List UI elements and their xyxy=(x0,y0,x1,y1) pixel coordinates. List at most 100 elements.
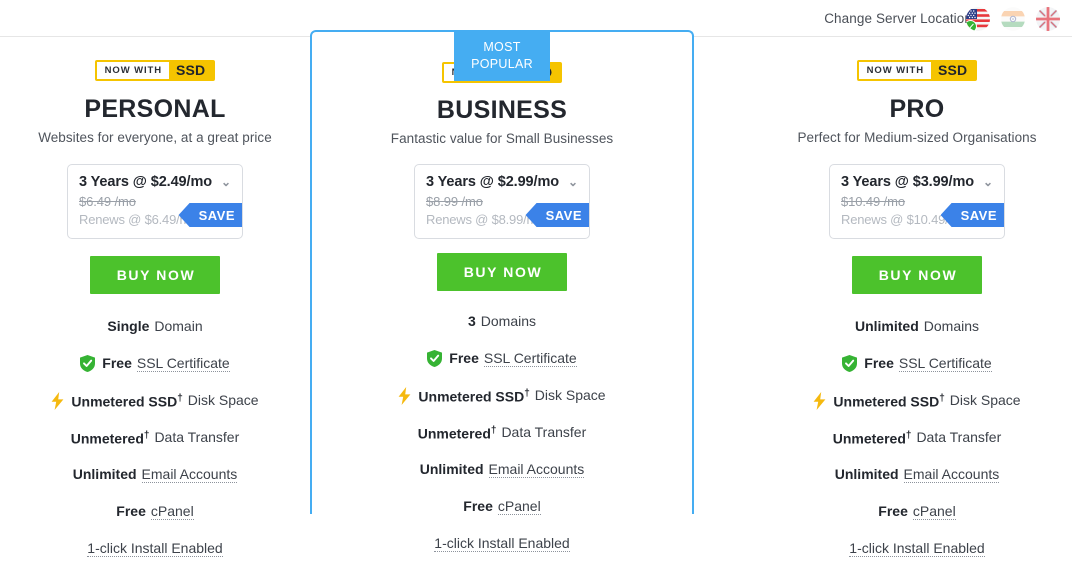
feature-highlight: Unmetered SSD† xyxy=(833,393,945,410)
lightning-bolt-icon xyxy=(398,386,411,405)
shield-check-icon xyxy=(427,350,443,367)
price-term-label: 3 Years @ $2.49/mo xyxy=(79,174,212,190)
feature-text[interactable]: SSL Certificate xyxy=(136,355,230,373)
feature-item: Free cPanel xyxy=(312,488,692,525)
india-flag-icon xyxy=(1001,7,1025,31)
feature-highlight: 3 xyxy=(467,313,476,329)
feature-text[interactable]: Email Accounts xyxy=(903,466,1000,484)
price-term-dropdown[interactable]: 3 Years @ $3.99/mo ⌄ $10.49 /mo Renews @… xyxy=(829,164,1005,239)
shield-check-icon xyxy=(80,355,96,372)
price-term-label: 3 Years @ $3.99/mo xyxy=(841,174,974,190)
price-term-label: 3 Years @ $2.99/mo xyxy=(426,174,559,190)
price-selector-wrap: 3 Years @ $2.49/mo ⌄ $6.49 /mo Renews @ … xyxy=(0,164,310,239)
feature-item: Unmetered SSD† Disk Space xyxy=(0,382,310,419)
feature-highlight: Unmetered SSD† xyxy=(418,388,530,405)
dagger-marker: † xyxy=(524,388,530,400)
most-popular-badge: MOST POPULAR xyxy=(454,32,550,81)
feature-item: Unmetered† Data Transfer xyxy=(312,414,692,451)
buy-now-button[interactable]: BUY NOW xyxy=(89,256,221,294)
feature-item: Free cPanel xyxy=(762,493,1072,530)
plan-card-business: MOST POPULAR NOW WITH SSD BUSINESS Fanta… xyxy=(310,30,694,553)
feature-item: Free SSL Certificate xyxy=(762,345,1072,382)
plan-title: BUSINESS xyxy=(436,96,568,124)
us-flag-option[interactable] xyxy=(966,7,990,31)
lightning-bolt-icon xyxy=(51,391,64,410)
feature-item: Free SSL Certificate xyxy=(0,345,310,382)
feature-item: Unlimited Email Accounts xyxy=(762,456,1072,493)
feature-highlight: Free xyxy=(102,355,132,371)
feature-highlight: Free xyxy=(449,350,479,366)
save-ribbon: SAVE xyxy=(525,203,589,227)
feature-item: 1-click Install Enabled xyxy=(0,530,310,567)
feature-highlight: Unmetered SSD† xyxy=(71,393,183,410)
feature-text[interactable]: 1-click Install Enabled xyxy=(434,535,570,553)
ssd-badge-prefix: NOW WITH xyxy=(96,62,169,79)
plan-subtitle: Websites for everyone, at a great price xyxy=(38,130,272,145)
feature-text: Data Transfer xyxy=(916,429,1002,445)
feature-text[interactable]: SSL Certificate xyxy=(898,355,992,373)
plan-subtitle: Perfect for Medium-sized Organisations xyxy=(797,130,1037,145)
feature-highlight: Free xyxy=(864,355,894,371)
ssd-badge-prefix: NOW WITH xyxy=(858,62,931,79)
buy-now-wrap: BUY NOW xyxy=(762,256,1072,294)
feature-item: 3 Domains xyxy=(312,303,692,340)
feature-text: Disk Space xyxy=(534,387,606,403)
price-selector-wrap: 3 Years @ $3.99/mo ⌄ $10.49 /mo Renews @… xyxy=(762,164,1072,239)
feature-item: Single Domain xyxy=(0,308,310,345)
feature-list: 3 Domains Free SSL Certificate Unmetered SSD… xyxy=(312,303,692,562)
feature-text: Disk Space xyxy=(187,392,259,408)
feature-highlight: Free xyxy=(463,498,493,514)
dagger-marker: † xyxy=(490,425,497,437)
feature-text[interactable]: SSL Certificate xyxy=(483,350,577,368)
selected-check-icon xyxy=(966,20,977,31)
plan-title: PERSONAL xyxy=(84,95,226,123)
ssd-badge-word: SSD xyxy=(930,62,976,79)
india-flag-option[interactable] xyxy=(1001,7,1025,31)
feature-text[interactable]: cPanel xyxy=(497,498,541,516)
feature-item: Unlimited Domains xyxy=(762,308,1072,345)
feature-text[interactable]: cPanel xyxy=(912,503,956,521)
feature-highlight: Unlimited xyxy=(419,461,484,477)
feature-text[interactable]: Email Accounts xyxy=(488,461,585,479)
change-server-location-label[interactable]: Change Server Location xyxy=(824,11,972,26)
dagger-marker: † xyxy=(177,393,183,405)
uk-flag-option[interactable] xyxy=(1036,7,1060,31)
feature-text[interactable]: 1-click Install Enabled xyxy=(87,540,223,558)
plan-subtitle: Fantastic value for Small Businesses xyxy=(390,131,614,146)
feature-text[interactable]: cPanel xyxy=(150,503,194,521)
ssd-badge: NOW WITH SSD xyxy=(762,60,1072,81)
price-term-dropdown[interactable]: 3 Years @ $2.49/mo ⌄ $6.49 /mo Renews @ … xyxy=(67,164,243,239)
buy-now-wrap: BUY NOW xyxy=(0,256,310,294)
feature-highlight: Unmetered† xyxy=(70,430,150,447)
feature-text: Data Transfer xyxy=(501,424,587,440)
feature-item: Unlimited Email Accounts xyxy=(312,451,692,488)
feature-text: Domain xyxy=(154,318,203,334)
server-location-flags xyxy=(966,7,1060,31)
chevron-down-icon: ⌄ xyxy=(983,175,993,189)
feature-highlight: Unlimited xyxy=(72,466,137,482)
buy-now-button[interactable]: BUY NOW xyxy=(851,256,983,294)
feature-highlight: Unmetered† xyxy=(417,425,497,442)
feature-text[interactable]: Email Accounts xyxy=(141,466,238,484)
save-ribbon: SAVE xyxy=(178,203,242,227)
price-selector-wrap: 3 Years @ $2.99/mo ⌄ $8.99 /mo Renews @ … xyxy=(312,164,692,239)
buy-now-button[interactable]: BUY NOW xyxy=(436,253,568,291)
feature-list: Single Domain Free SSL Certificate Unmetered… xyxy=(0,308,310,567)
dagger-marker: † xyxy=(905,430,912,442)
save-ribbon: SAVE xyxy=(940,203,1004,227)
feature-text: Domains xyxy=(923,318,980,334)
dagger-marker: † xyxy=(939,393,945,405)
feature-highlight: Single xyxy=(107,318,150,334)
feature-highlight: Free xyxy=(878,503,908,519)
ssd-badge-word: SSD xyxy=(168,62,214,79)
feature-highlight: Unmetered† xyxy=(832,430,912,447)
chevron-down-icon: ⌄ xyxy=(568,175,578,189)
plan-title: PRO xyxy=(889,95,945,123)
feature-item: Free SSL Certificate xyxy=(312,340,692,377)
feature-highlight: Unlimited xyxy=(834,466,899,482)
feature-text[interactable]: 1-click Install Enabled xyxy=(849,540,985,558)
uk-flag-icon xyxy=(1036,7,1060,31)
shield-check-icon xyxy=(842,355,858,372)
feature-text: Data Transfer xyxy=(154,429,240,445)
price-term-dropdown[interactable]: 3 Years @ $2.99/mo ⌄ $8.99 /mo Renews @ … xyxy=(414,164,590,239)
